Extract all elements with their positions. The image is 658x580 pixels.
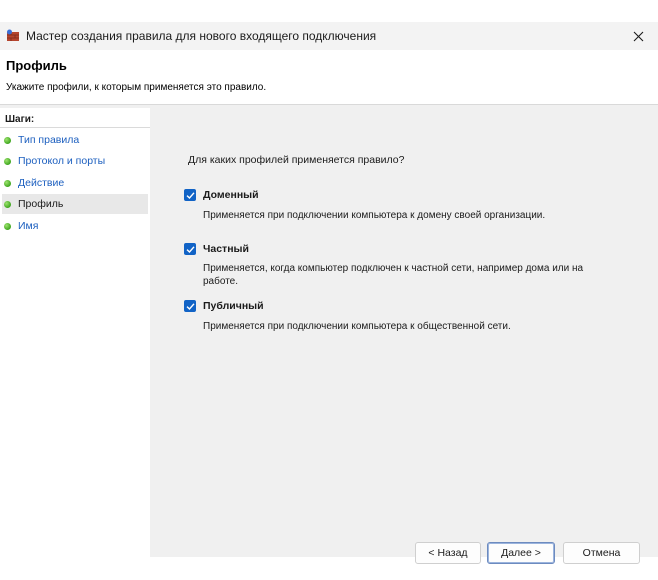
- page-title: Профиль: [6, 58, 67, 73]
- domain-label: Доменный: [203, 189, 259, 201]
- public-label: Публичный: [203, 300, 264, 312]
- domain-checkbox[interactable]: [184, 189, 196, 201]
- step-protocol-ports[interactable]: Протокол и порты: [2, 151, 148, 171]
- domain-profile-option[interactable]: Доменный: [184, 189, 259, 201]
- step-label: Профиль: [18, 198, 64, 210]
- page-header: Профиль Укажите профили, к которым приме…: [0, 50, 658, 105]
- cancel-button[interactable]: Отмена: [563, 542, 640, 564]
- domain-description: Применяется при подключении компьютера к…: [203, 210, 546, 221]
- private-description: Применяется, когда компьютер подключен к…: [203, 263, 584, 287]
- private-checkbox[interactable]: [184, 243, 196, 255]
- step-label: Протокол и порты: [18, 155, 106, 167]
- step-name[interactable]: Имя: [2, 216, 148, 236]
- step-status-icon: [4, 222, 11, 230]
- step-profile[interactable]: Профиль: [2, 194, 148, 214]
- title-bar: Мастер создания правила для нового входя…: [0, 22, 658, 50]
- next-button[interactable]: Далее >: [487, 542, 555, 564]
- public-description: Применяется при подключении компьютера к…: [203, 321, 511, 332]
- step-label: Действие: [18, 177, 65, 189]
- content-panel: Для каких профилей применяется правило? …: [154, 108, 658, 564]
- page-subtitle: Укажите профили, к которым применяется э…: [6, 82, 267, 93]
- step-label: Тип правила: [18, 134, 80, 146]
- checkmark-icon: [186, 191, 195, 199]
- wizard-window: Мастер создания правила для нового входя…: [0, 22, 658, 564]
- close-icon[interactable]: [618, 22, 658, 50]
- profiles-question: Для каких профилей применяется правило?: [188, 154, 405, 166]
- step-status-icon: [4, 157, 11, 165]
- step-label: Имя: [18, 220, 39, 232]
- step-status-icon: [4, 136, 11, 144]
- public-profile-option[interactable]: Публичный: [184, 300, 264, 312]
- private-label: Частный: [203, 243, 249, 255]
- step-rule-type[interactable]: Тип правила: [2, 130, 148, 150]
- step-action[interactable]: Действие: [2, 173, 148, 193]
- step-status-icon: [4, 179, 11, 187]
- steps-panel: Шаги: Тип правила Протокол и порты Дейст…: [0, 108, 150, 557]
- private-profile-option[interactable]: Частный: [184, 243, 249, 255]
- checkmark-icon: [186, 245, 195, 253]
- steps-heading: Шаги:: [0, 112, 150, 128]
- public-checkbox[interactable]: [184, 300, 196, 312]
- window-title: Мастер создания правила для нового входя…: [26, 29, 377, 43]
- step-status-icon: [4, 200, 11, 208]
- checkmark-icon: [186, 302, 195, 310]
- firewall-app-icon: [6, 29, 20, 43]
- back-button[interactable]: < Назад: [415, 542, 481, 564]
